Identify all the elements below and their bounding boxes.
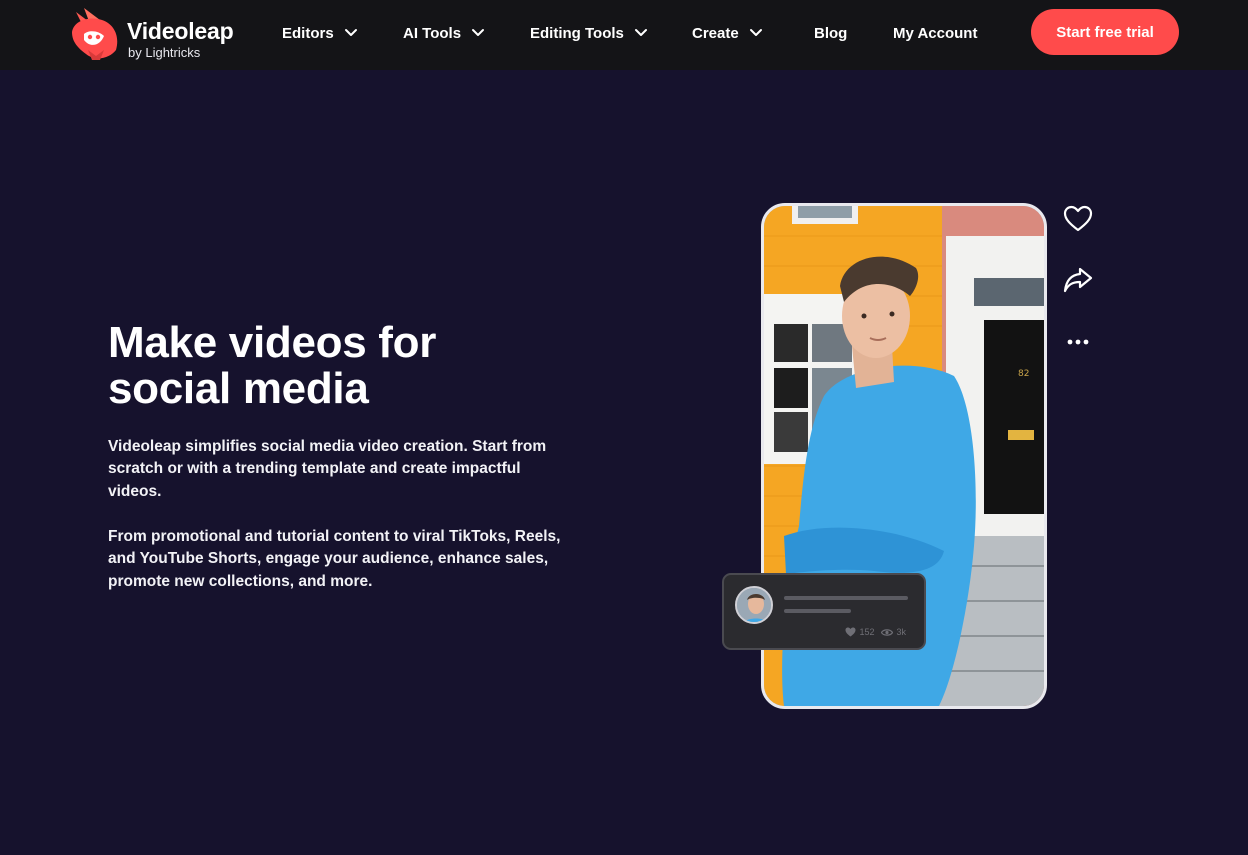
comment-card: 152 3k bbox=[722, 573, 926, 650]
videoleap-logo[interactable]: Videoleap by Lightricks bbox=[70, 6, 250, 62]
hero-use-cases: From promotional and tutorial content to… bbox=[108, 526, 578, 593]
brand-name: Videoleap bbox=[127, 18, 234, 44]
view-count: 3k bbox=[896, 627, 906, 637]
chevron-down-icon bbox=[749, 29, 762, 36]
chevron-down-icon bbox=[344, 29, 357, 36]
nav-create[interactable]: Create bbox=[692, 22, 763, 44]
nav-item-label: Editing Tools bbox=[530, 24, 624, 42]
start-free-trial-button[interactable]: Start free trial bbox=[1031, 9, 1179, 55]
comment-placeholder-line bbox=[784, 609, 851, 613]
hero-title: Make videos for social media bbox=[108, 320, 548, 412]
top-navigation: Videoleap by Lightricks Editors AI Tools… bbox=[0, 0, 1248, 70]
heart-icon bbox=[845, 627, 856, 637]
like-count: 152 bbox=[859, 627, 875, 637]
avatar bbox=[735, 586, 773, 624]
hero-use-cases-line: From promotional and tutorial content to… bbox=[108, 528, 561, 545]
heart-icon[interactable] bbox=[1062, 203, 1094, 235]
share-arrow-icon[interactable] bbox=[1062, 264, 1094, 296]
hero-use-cases-line: and YouTube Shorts, engage your audience… bbox=[108, 550, 549, 568]
nav-ai-tools[interactable]: AI Tools bbox=[403, 22, 485, 44]
door-number: 82 bbox=[1018, 369, 1029, 379]
brand-byline: by Lightricks bbox=[128, 45, 201, 60]
hero-title-line: social media bbox=[108, 364, 369, 413]
nav-editing-tools[interactable]: Editing Tools bbox=[530, 22, 648, 44]
comment-stats: 152 3k bbox=[845, 627, 906, 637]
nav-item-label: Blog bbox=[814, 24, 848, 42]
preview-side-actions bbox=[1062, 203, 1096, 363]
more-dots-icon[interactable] bbox=[1062, 326, 1094, 358]
hero-description-line: videos. bbox=[108, 482, 162, 500]
hero-description-line: Videoleap simplifies social media video … bbox=[108, 438, 547, 455]
nav-item-label: AI Tools bbox=[403, 24, 462, 42]
nav-my-account[interactable]: My Account bbox=[893, 22, 977, 44]
nav-item-label: My Account bbox=[893, 24, 978, 42]
hero-description: Videoleap simplifies social media video … bbox=[108, 436, 578, 503]
comment-placeholder-line bbox=[784, 596, 908, 600]
chevron-down-icon bbox=[634, 29, 647, 36]
nav-blog[interactable]: Blog bbox=[814, 22, 847, 44]
hero-use-cases-line: promote new collections, and more. bbox=[108, 572, 373, 590]
nav-editors[interactable]: Editors bbox=[282, 22, 358, 44]
videoleap-bird-logo-icon bbox=[72, 8, 118, 60]
hero-description-line: scratch or with a trending template and … bbox=[108, 460, 521, 478]
chevron-down-icon bbox=[472, 29, 485, 36]
nav-item-label: Create bbox=[692, 24, 739, 42]
nav-item-label: Editors bbox=[282, 24, 334, 42]
eye-icon bbox=[881, 628, 894, 636]
hero-title-line: Make videos for bbox=[108, 318, 437, 367]
